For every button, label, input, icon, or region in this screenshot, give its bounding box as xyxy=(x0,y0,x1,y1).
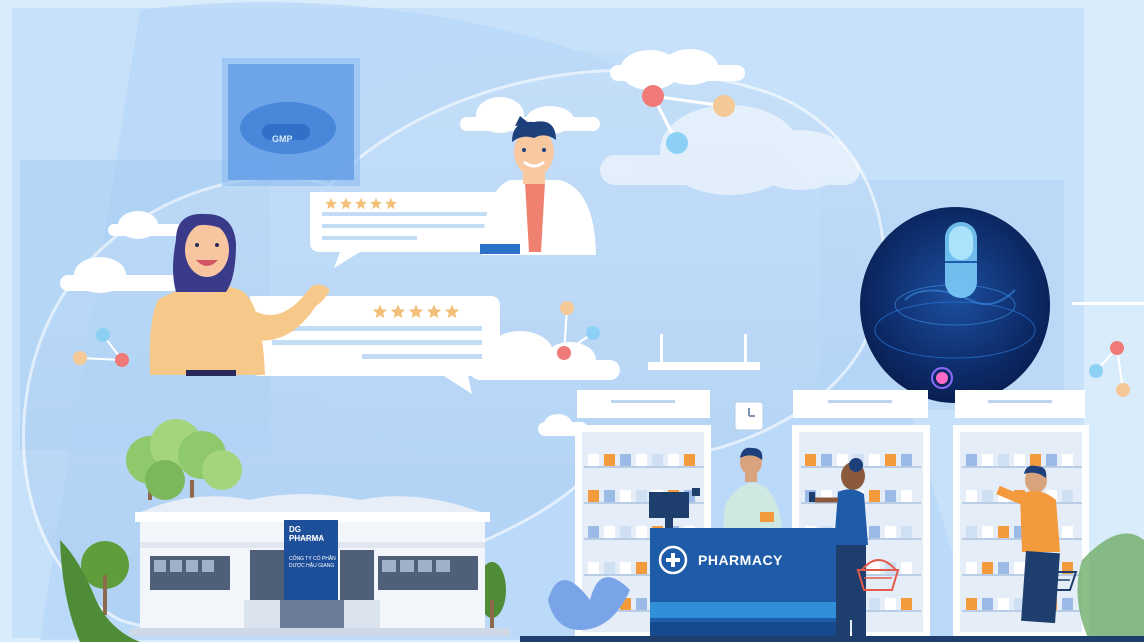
building-sign-subtitle: IT HỒ ANH HẬU GIANG xyxy=(289,536,322,540)
gmp-certificate xyxy=(222,58,360,186)
tech-orb xyxy=(860,207,1050,403)
medicine-box xyxy=(604,454,615,466)
medicine-box xyxy=(869,490,880,502)
medicine-box xyxy=(1014,562,1025,574)
gmp-label: GMP xyxy=(272,134,293,144)
right-decor-line xyxy=(1072,302,1144,305)
medicine-box xyxy=(998,454,1009,466)
medicine-box xyxy=(982,490,993,502)
medicine-box xyxy=(901,598,912,610)
medicine-box xyxy=(869,598,880,610)
medicine-box xyxy=(1062,526,1073,538)
medicine-box xyxy=(982,598,993,610)
ground-line xyxy=(520,636,1144,642)
medicine-box xyxy=(885,454,896,466)
medicine-box xyxy=(901,562,912,574)
medicine-box xyxy=(982,454,993,466)
medicine-box xyxy=(636,598,647,610)
building-sign-title: DG PHARMA xyxy=(289,525,325,543)
medicine-box xyxy=(1046,454,1057,466)
medicine-box xyxy=(982,562,993,574)
medicine-box xyxy=(885,526,896,538)
medicine-box xyxy=(620,490,631,502)
medicine-box xyxy=(1014,454,1025,466)
medicine-box xyxy=(998,526,1009,538)
medicine-box xyxy=(805,454,816,466)
medicine-box xyxy=(885,490,896,502)
medicine-box xyxy=(588,562,599,574)
medicine-box xyxy=(652,454,663,466)
medicine-box xyxy=(998,562,1009,574)
building-sign-company: CÔNG TY CỔ PHẦN DƯỢC HẬU GIANG xyxy=(289,556,336,569)
medicine-box xyxy=(966,526,977,538)
medicine-box xyxy=(1062,490,1073,502)
medicine-box xyxy=(821,454,832,466)
medicine-box xyxy=(604,562,615,574)
medicine-box xyxy=(869,562,880,574)
medicine-box xyxy=(588,454,599,466)
shelf-board xyxy=(962,466,1082,468)
medicine-box xyxy=(998,598,1009,610)
medicine-box xyxy=(604,526,615,538)
medicine-box xyxy=(588,526,599,538)
medicine-box xyxy=(966,490,977,502)
wall-clock-icon xyxy=(734,401,764,431)
medicine-box xyxy=(966,562,977,574)
medicine-box xyxy=(604,490,615,502)
medicine-box xyxy=(620,526,631,538)
medicine-box xyxy=(885,598,896,610)
medicine-box xyxy=(668,454,679,466)
medicine-box xyxy=(636,490,647,502)
medicine-box xyxy=(636,526,647,538)
medicine-box xyxy=(1062,454,1073,466)
medicine-box xyxy=(901,454,912,466)
shelf-board xyxy=(584,466,704,468)
shelf-board xyxy=(962,574,1082,576)
medicine-box xyxy=(966,598,977,610)
capsule-icon xyxy=(945,222,977,298)
illustration-canvas xyxy=(0,0,1144,642)
medicine-box xyxy=(837,454,848,466)
medicine-box xyxy=(636,562,647,574)
medicine-box xyxy=(620,562,631,574)
medicine-box xyxy=(966,454,977,466)
medicine-box xyxy=(684,454,695,466)
medicine-box xyxy=(1030,454,1041,466)
medicine-box xyxy=(869,526,880,538)
medicine-box xyxy=(1062,598,1073,610)
medicine-box xyxy=(901,526,912,538)
medicine-box xyxy=(982,526,993,538)
medicine-box xyxy=(620,454,631,466)
medicine-box xyxy=(901,490,912,502)
medicine-box xyxy=(588,490,599,502)
pharma-illustration: GMP DG PHARMA IT HỒ ANH HẬU GIANG CÔNG T… xyxy=(0,0,1144,642)
pharmacy-counter xyxy=(650,528,846,640)
pharmacy-counter-label: PHARMACY xyxy=(698,552,783,568)
medicine-box xyxy=(869,454,880,466)
medicine-box xyxy=(636,454,647,466)
